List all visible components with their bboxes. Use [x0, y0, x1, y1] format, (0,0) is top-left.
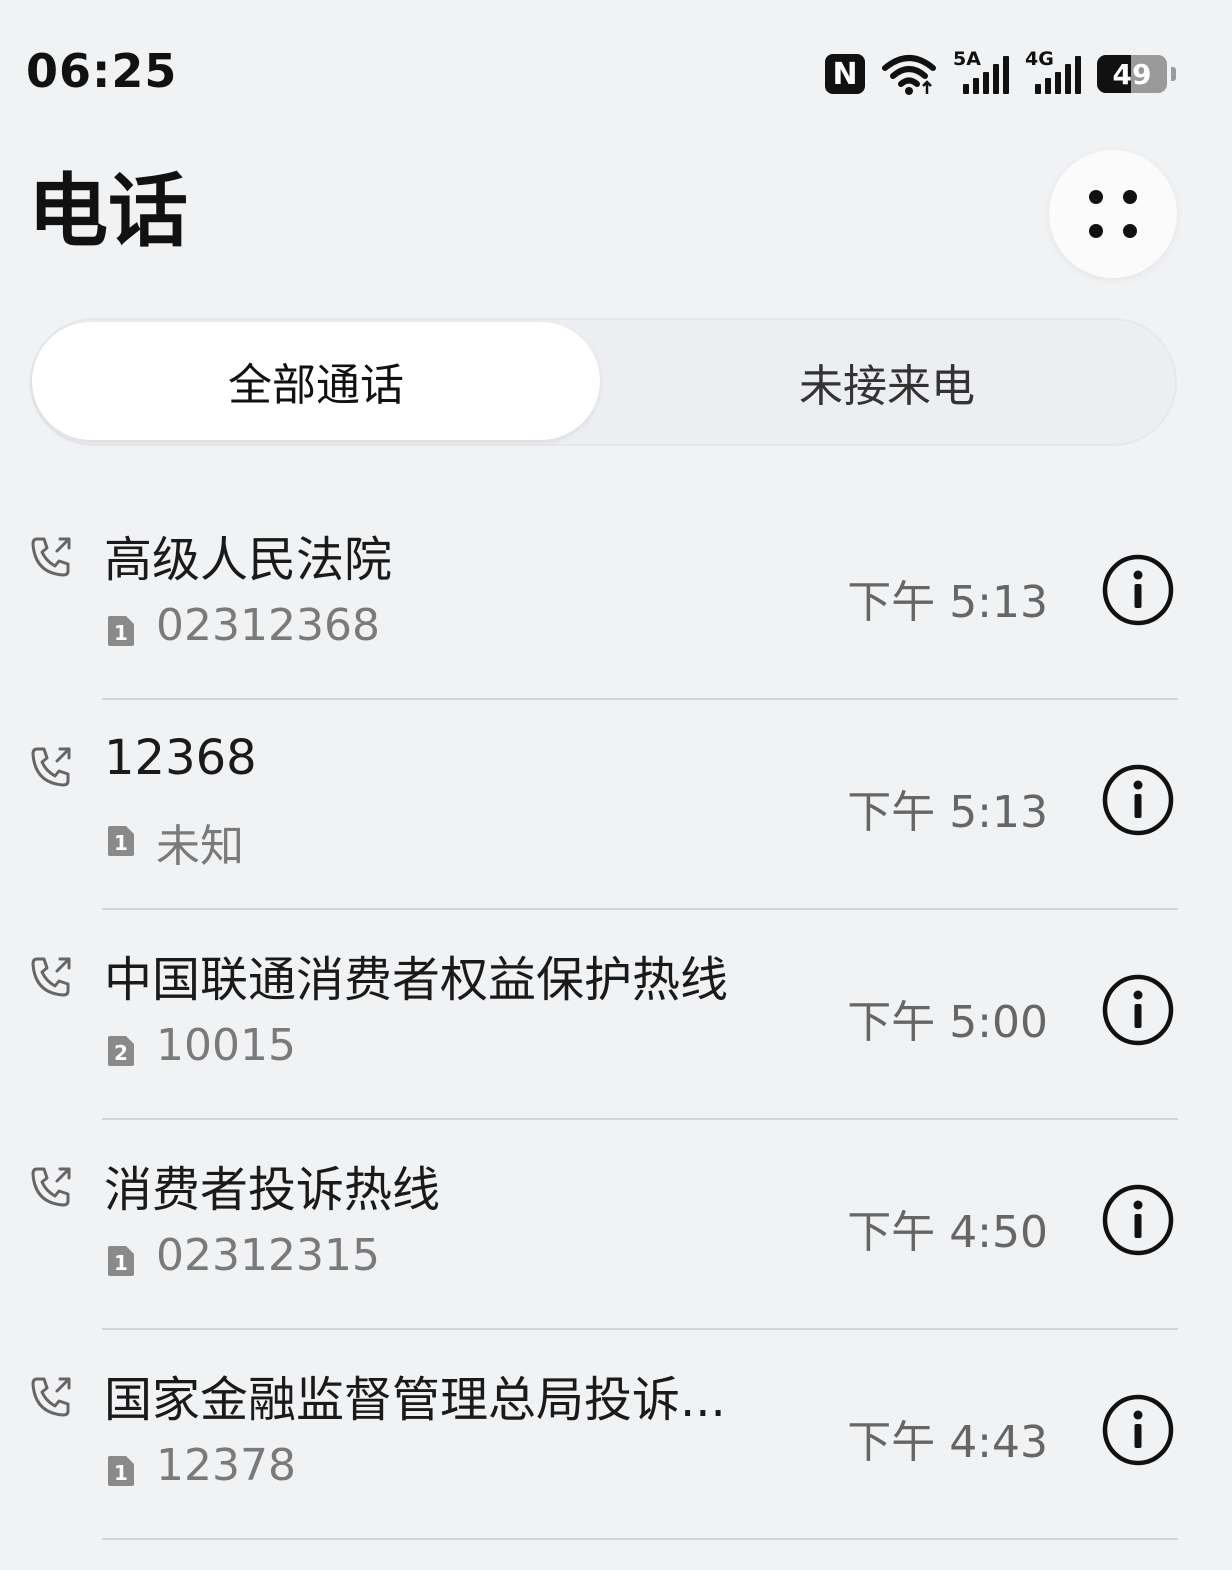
svg-text:1: 1	[114, 1251, 128, 1275]
more-dot	[1123, 224, 1137, 238]
call-number: 未知	[156, 821, 244, 872]
status-icons: N 5A 4G 49	[825, 48, 1176, 98]
tab-bar: 全部通话 未接来电	[30, 318, 1177, 446]
call-time: 下午 5:13	[847, 577, 1048, 628]
call-number: 10015	[156, 1020, 296, 1071]
sim-card-icon: 2	[108, 1036, 134, 1066]
info-icon[interactable]	[1102, 554, 1174, 626]
info-icon[interactable]	[1102, 1394, 1174, 1466]
nfc-icon: N	[825, 54, 865, 94]
call-name: 中国联通消费者权益保护热线	[104, 952, 729, 1008]
call-list: 高级人民法院 1 02312368 下午 5:13 12368 1 未知 下午 …	[0, 490, 1232, 1540]
battery-icon: 49	[1097, 55, 1167, 93]
sim-card-icon: 1	[108, 1456, 134, 1486]
call-log-row[interactable]: 中国联通消费者权益保护热线 2 10015 下午 5:00	[0, 910, 1232, 1120]
call-number: 02312368	[156, 600, 380, 651]
sim-card-icon: 1	[108, 616, 134, 646]
status-time: 06:25	[26, 44, 178, 98]
tab-all-calls[interactable]: 全部通话	[32, 322, 600, 440]
divider	[102, 1538, 1178, 1540]
more-dot	[1089, 224, 1103, 238]
call-log-row[interactable]: 国家金融监督管理总局投诉... 1 12378 下午 4:43	[0, 1330, 1232, 1540]
info-icon[interactable]	[1102, 974, 1174, 1046]
info-icon[interactable]	[1102, 764, 1174, 836]
battery-cap	[1171, 67, 1176, 81]
outgoing-call-icon	[31, 1167, 71, 1207]
call-number: 12378	[156, 1440, 296, 1491]
more-options-button[interactable]	[1049, 150, 1177, 278]
svg-text:2: 2	[114, 1041, 128, 1065]
sim-card-icon: 1	[108, 1246, 134, 1276]
call-time: 下午 4:50	[847, 1207, 1048, 1258]
call-name: 国家金融监督管理总局投诉...	[104, 1372, 726, 1428]
info-icon[interactable]	[1102, 1184, 1174, 1256]
status-bar: 06:25 N 5A 4G 49	[0, 0, 1232, 150]
call-name: 消费者投诉热线	[104, 1162, 441, 1218]
call-log-row[interactable]: 消费者投诉热线 1 02312315 下午 4:50	[0, 1120, 1232, 1330]
signal-5a-icon: 5A	[953, 48, 1009, 94]
outgoing-call-icon	[31, 747, 71, 787]
call-time: 下午 4:43	[847, 1417, 1048, 1468]
svg-text:1: 1	[114, 621, 128, 645]
wifi-icon	[882, 55, 936, 95]
outgoing-call-icon	[31, 537, 71, 577]
more-dots-icon	[1089, 190, 1103, 204]
call-log-row[interactable]: 12368 1 未知 下午 5:13	[0, 700, 1232, 910]
call-log-row[interactable]: 高级人民法院 1 02312368 下午 5:13	[0, 490, 1232, 700]
call-name: 高级人民法院	[104, 532, 393, 588]
outgoing-call-icon	[31, 957, 71, 997]
call-number: 02312315	[156, 1230, 380, 1281]
tab-missed-calls[interactable]: 未接来电	[602, 318, 1172, 446]
call-name: 12368	[104, 730, 257, 786]
outgoing-call-icon	[31, 1377, 71, 1417]
more-dot	[1123, 190, 1137, 204]
call-time: 下午 5:13	[847, 787, 1048, 838]
call-time: 下午 5:00	[847, 997, 1048, 1048]
battery-level: 49	[1112, 57, 1152, 91]
sim-card-icon: 1	[108, 826, 134, 856]
svg-text:1: 1	[114, 831, 128, 855]
svg-text:1: 1	[114, 1461, 128, 1485]
signal-4g-icon: 4G	[1025, 48, 1081, 94]
page-title: 电话	[28, 165, 188, 258]
